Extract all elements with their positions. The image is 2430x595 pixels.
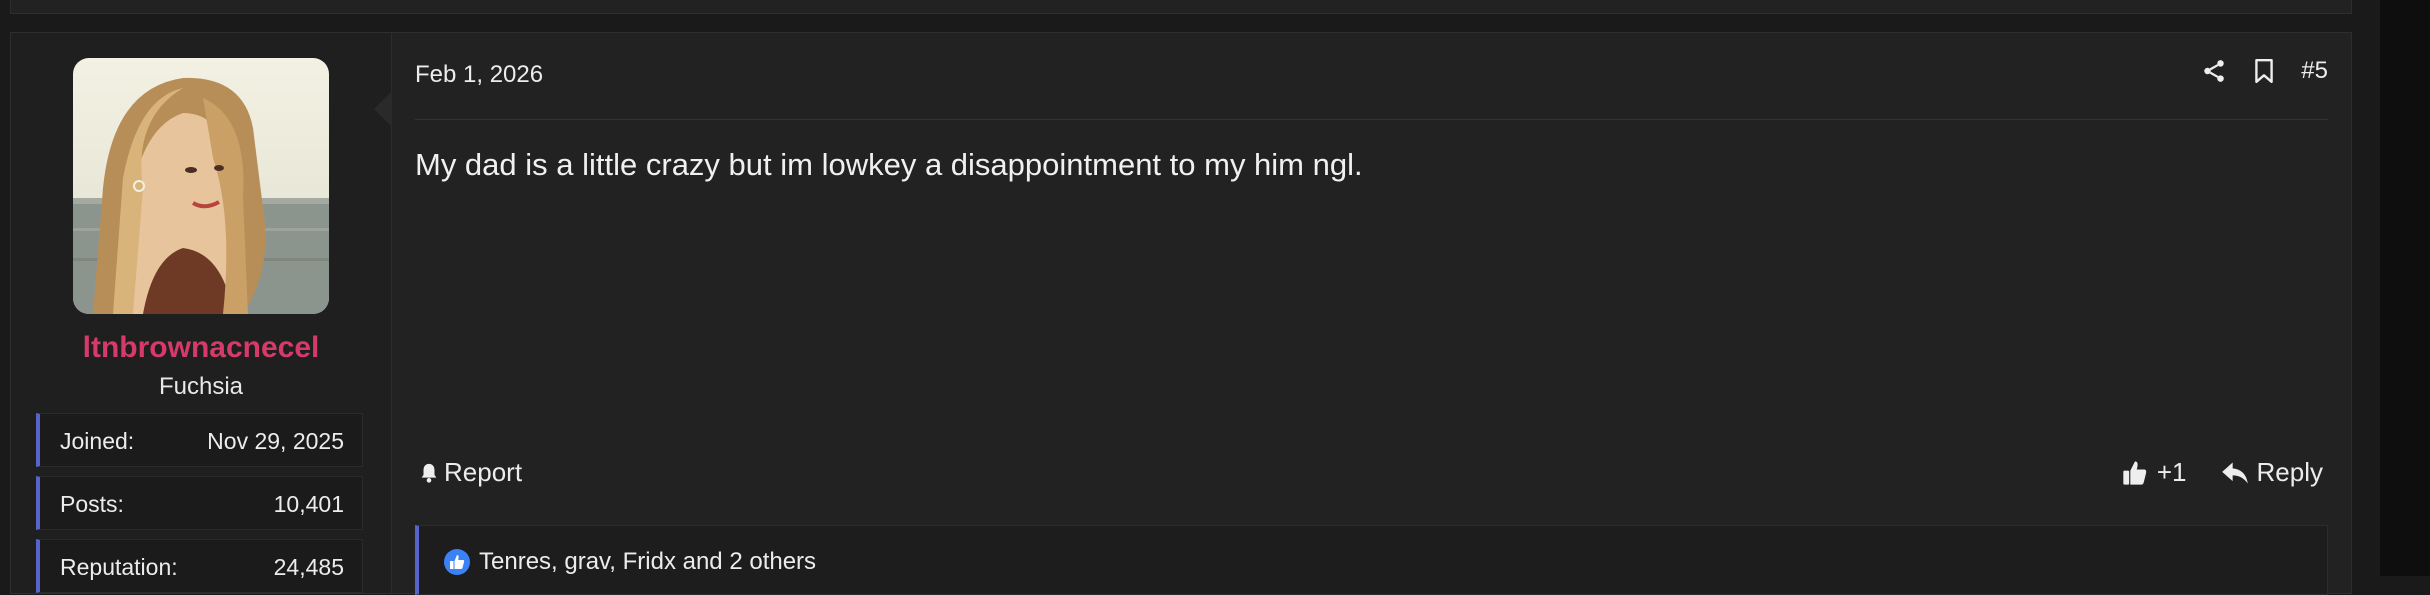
avatar[interactable] [73,58,329,314]
like-button[interactable]: +1 [2121,457,2187,488]
previous-post-edge [10,0,2352,14]
reply-button[interactable]: Reply [2221,457,2323,488]
stat-value: 10,401 [273,491,344,517]
stat-reputation: Reputation: 24,485 [36,539,363,593]
post-header-actions: #5 [2201,57,2328,85]
bookmark-icon[interactable] [2253,58,2275,84]
post-content: Feb 1, 2026 #5 My dad is a little crazy … [392,33,2351,595]
post-footer-actions: +1 Reply [2121,457,2323,488]
stat-posts: Posts: 10,401 [36,476,363,530]
reaction-count: +1 [2156,457,2187,487]
bell-icon [418,461,440,485]
reply-label: Reply [2256,457,2323,487]
reactions-users[interactable]: Tenres, grav, Fridx and 2 others [479,548,816,576]
share-icon[interactable] [2201,58,2227,84]
stat-label: Joined: [60,428,135,454]
report-label: Report [444,457,523,487]
header-divider [415,119,2328,120]
stat-value: 24,485 [273,554,344,580]
stat-label: Reputation: [60,554,178,580]
post-number-link[interactable]: #5 [2301,57,2328,85]
thumbs-up-icon [2121,459,2149,487]
post-message: My dad is a little crazy but im lowkey a… [415,147,1363,182]
post-pointer-arrow [374,91,392,127]
stat-label: Posts: [60,491,124,517]
like-badge-icon [443,548,471,581]
post-date[interactable]: Feb 1, 2026 [415,61,543,89]
reply-icon [2221,460,2249,486]
stat-value: Nov 29, 2025 [207,428,344,454]
user-info-panel: ltnbrownacnecel Fuchsia Joined: Nov 29, … [11,33,392,593]
report-button[interactable]: Report [418,457,522,488]
username[interactable]: ltnbrownacnecel [11,331,391,365]
forum-post: ltnbrownacnecel Fuchsia Joined: Nov 29, … [10,32,2352,595]
scrollbar[interactable] [2380,0,2430,576]
stat-joined: Joined: Nov 29, 2025 [36,413,363,467]
user-title: Fuchsia [158,373,244,400]
reactions-bar[interactable]: Tenres, grav, Fridx and 2 others [415,525,2328,595]
